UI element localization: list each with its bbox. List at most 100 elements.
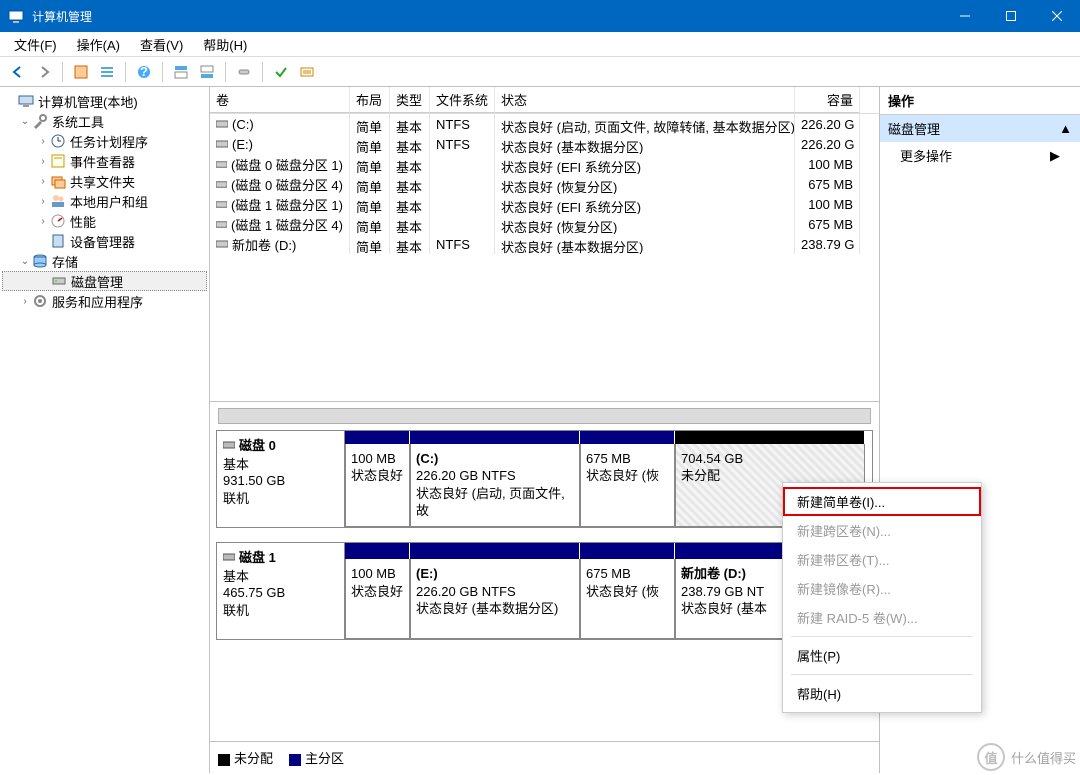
- disk-name: 磁盘 1: [239, 547, 276, 566]
- tree-item-3[interactable]: ›事件查看器: [2, 151, 207, 171]
- context-menu-item-6[interactable]: 属性(P): [783, 641, 981, 670]
- actions-more[interactable]: 更多操作 ▶: [880, 142, 1080, 169]
- volume-row[interactable]: (磁盘 1 磁盘分区 4)简单基本状态良好 (恢复分区)675 MB: [210, 214, 879, 234]
- tree-expander[interactable]: ›: [36, 156, 50, 167]
- tree-item-label: 本地用户和组: [70, 192, 148, 211]
- context-menu-separator: [791, 674, 973, 675]
- minimize-button[interactable]: [942, 0, 988, 32]
- partition-1-2[interactable]: 675 MB状态良好 (恢: [580, 559, 675, 639]
- disk-row-1: 磁盘 1基本465.75 GB联机100 MB状态良好(E:)226.20 GB…: [216, 542, 873, 640]
- context-menu-item-8[interactable]: 帮助(H): [783, 679, 981, 708]
- volume-status: 状态良好 (EFI 系统分区): [495, 154, 795, 174]
- partition-1-0[interactable]: 100 MB状态良好: [345, 559, 410, 639]
- volume-row[interactable]: (磁盘 1 磁盘分区 1)简单基本状态良好 (EFI 系统分区)100 MB: [210, 194, 879, 214]
- service-icon: [32, 293, 48, 309]
- settings-button[interactable]: [232, 60, 256, 84]
- back-button[interactable]: [6, 60, 30, 84]
- layout-top-button[interactable]: [169, 60, 193, 84]
- tree-expander[interactable]: ›: [36, 196, 50, 207]
- volume-row[interactable]: (磁盘 0 磁盘分区 4)简单基本状态良好 (恢复分区)675 MB: [210, 174, 879, 194]
- tree-expander[interactable]: ⌄: [18, 256, 32, 267]
- col-capacity[interactable]: 容量: [795, 87, 860, 113]
- close-button[interactable]: [1034, 0, 1080, 32]
- disk-graph[interactable]: 磁盘 0基本931.50 GB联机100 MB状态良好(C:)226.20 GB…: [210, 426, 879, 741]
- actions-section[interactable]: 磁盘管理 ▲: [880, 115, 1080, 142]
- partition-status: 状态良好 (恢: [586, 583, 669, 601]
- tree-expander[interactable]: ⌄: [18, 116, 32, 127]
- partition-status: 状态良好 (启动, 页面文件, 故: [416, 485, 574, 520]
- legend-label-unalloc: 未分配: [234, 751, 273, 766]
- tree-item-1[interactable]: ⌄系统工具: [2, 111, 207, 131]
- partition-size: 675 MB: [586, 565, 669, 583]
- legend: 未分配 主分区: [210, 741, 879, 773]
- partition-0-1[interactable]: (C:)226.20 GB NTFS状态良好 (启动, 页面文件, 故: [410, 444, 580, 527]
- tree-item-4[interactable]: ›共享文件夹: [2, 171, 207, 191]
- partition-label: (E:): [416, 565, 574, 583]
- disk-type: 基本: [223, 454, 338, 473]
- actions-section-label: 磁盘管理: [888, 119, 940, 138]
- volume-name: (磁盘 1 磁盘分区 1): [231, 195, 343, 214]
- tree-item-7[interactable]: 设备管理器: [2, 231, 207, 251]
- tree-expander[interactable]: ›: [18, 296, 32, 307]
- menu-help[interactable]: 帮助(H): [195, 33, 255, 56]
- menu-file[interactable]: 文件(F): [6, 33, 65, 56]
- volume-icon: [216, 178, 227, 190]
- col-volume[interactable]: 卷: [210, 87, 350, 113]
- col-status[interactable]: 状态: [495, 87, 795, 113]
- tree-item-2[interactable]: › 任务计划程序: [2, 131, 207, 151]
- volume-row[interactable]: (E:)简单基本NTFS状态良好 (基本数据分区)226.20 G: [210, 134, 879, 154]
- svg-text:?: ?: [140, 64, 148, 79]
- view-list-button[interactable]: [69, 60, 93, 84]
- context-menu-item-0[interactable]: 新建简单卷(I)...: [783, 487, 981, 516]
- tree-item-label: 任务计划程序: [70, 132, 148, 151]
- tree-expander[interactable]: ›: [36, 176, 50, 187]
- nav-tree[interactable]: 计算机管理(本地)⌄系统工具›任务计划程序›事件查看器›共享文件夹›本地用户和组…: [0, 87, 210, 773]
- volume-layout: 简单: [350, 154, 390, 174]
- volume-capacity: 675 MB: [795, 174, 860, 194]
- share-icon: [50, 173, 66, 189]
- volume-type: 基本: [390, 174, 430, 194]
- disk-status: 联机: [223, 600, 338, 619]
- volume-capacity: 238.79 G: [795, 234, 860, 254]
- tree-item-6[interactable]: ›性能: [2, 211, 207, 231]
- chevron-right-icon: ▶: [1050, 148, 1060, 164]
- layout-bottom-button[interactable]: [195, 60, 219, 84]
- volume-type: 基本: [390, 194, 430, 214]
- disk-row-0: 磁盘 0基本931.50 GB联机100 MB状态良好(C:)226.20 GB…: [216, 430, 873, 528]
- tree-expander[interactable]: ›: [36, 216, 50, 227]
- maximize-button[interactable]: [988, 0, 1034, 32]
- help-button[interactable]: ?: [132, 60, 156, 84]
- view-detail-button[interactable]: [95, 60, 119, 84]
- actions-header: 操作: [880, 87, 1080, 115]
- tree-item-5[interactable]: › 本地用户和组: [2, 191, 207, 211]
- menu-action[interactable]: 操作(A): [69, 33, 128, 56]
- watermark: 值 什么值得买: [977, 743, 1076, 771]
- disk-info[interactable]: 磁盘 0基本931.50 GB联机: [217, 431, 345, 527]
- partition-1-1[interactable]: (E:)226.20 GB NTFS状态良好 (基本数据分区): [410, 559, 580, 639]
- partition-0-2[interactable]: 675 MB状态良好 (恢: [580, 444, 675, 527]
- col-fs[interactable]: 文件系统: [430, 87, 495, 113]
- partition-0-0[interactable]: 100 MB状态良好: [345, 444, 410, 527]
- col-layout[interactable]: 布局: [350, 87, 390, 113]
- horizontal-scrollbar[interactable]: [218, 408, 871, 424]
- tree-expander[interactable]: ›: [36, 136, 50, 147]
- volume-row[interactable]: (C:)简单基本NTFS状态良好 (启动, 页面文件, 故障转储, 基本数据分区…: [210, 114, 879, 134]
- disk-icon: [51, 273, 67, 289]
- disk-info[interactable]: 磁盘 1基本465.75 GB联机: [217, 543, 345, 639]
- volume-layout: 简单: [350, 134, 390, 154]
- forward-button[interactable]: [32, 60, 56, 84]
- col-type[interactable]: 类型: [390, 87, 430, 113]
- tree-item-8[interactable]: ⌄存储: [2, 251, 207, 271]
- tree-item-10[interactable]: ›服务和应用程序: [2, 291, 207, 311]
- volume-row[interactable]: 新加卷 (D:)简单基本NTFS状态良好 (基本数据分区)238.79 G: [210, 234, 879, 254]
- check-button[interactable]: [269, 60, 293, 84]
- toolbar-separator: [125, 62, 126, 82]
- volume-row[interactable]: (磁盘 0 磁盘分区 1)简单基本状态良好 (EFI 系统分区)100 MB: [210, 154, 879, 174]
- tree-item-0[interactable]: 计算机管理(本地): [2, 91, 207, 111]
- tree-item-9[interactable]: 磁盘管理: [2, 271, 207, 291]
- volume-name: (磁盘 0 磁盘分区 1): [231, 155, 343, 174]
- list-button[interactable]: [295, 60, 319, 84]
- volume-list[interactable]: 卷 布局 类型 文件系统 状态 容量 (C:)简单基本NTFS状态良好 (启动,…: [210, 87, 879, 402]
- volume-icon: [216, 158, 227, 170]
- menu-view[interactable]: 查看(V): [132, 33, 191, 56]
